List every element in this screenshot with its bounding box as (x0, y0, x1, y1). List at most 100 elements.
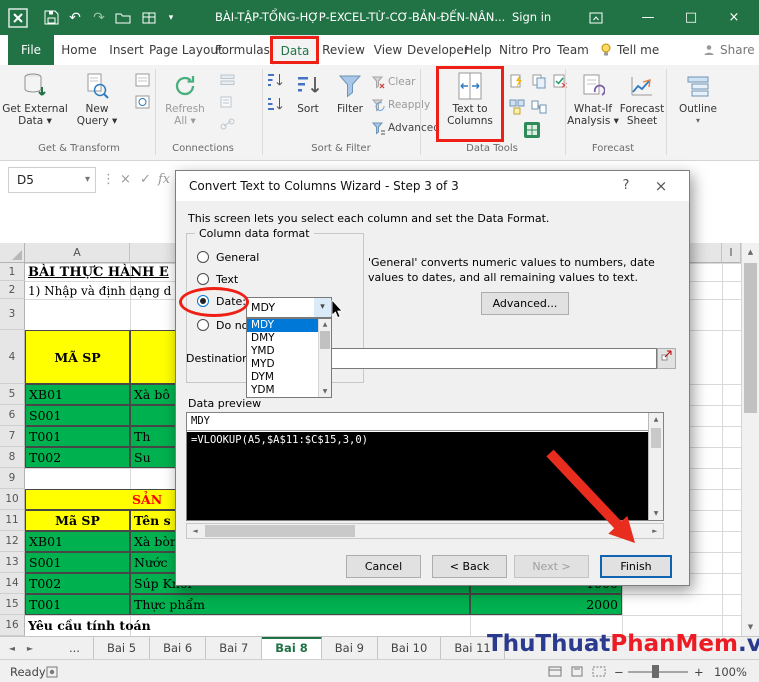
maximize-button[interactable]: □ (676, 0, 706, 35)
filter-button[interactable]: Filter (330, 69, 370, 141)
ribbon-display-options-icon[interactable] (585, 0, 607, 35)
zoom-in-icon[interactable]: + (694, 660, 704, 682)
dropdown-scroll-up-icon[interactable]: ▲ (319, 319, 331, 330)
row-header-8[interactable]: 8 (0, 447, 25, 468)
cell-a2[interactable]: 1) Nhập và định dạng d (28, 284, 171, 298)
show-queries-icon[interactable] (133, 71, 151, 89)
remove-duplicates-icon[interactable] (530, 72, 548, 90)
preview-scroll-right-icon[interactable]: ► (647, 524, 663, 538)
tab-home[interactable]: Home (54, 35, 104, 65)
row-header-6[interactable]: 6 (0, 405, 25, 426)
column-header-a[interactable]: A (25, 243, 130, 263)
sheet-tab-bai-6[interactable]: Bai 6 (150, 637, 207, 660)
share-button[interactable]: Share (703, 35, 755, 65)
sheet-tab-bai-9[interactable]: Bai 9 (321, 637, 378, 660)
tab-team[interactable]: Team (553, 35, 593, 65)
preview-column-data[interactable]: =VLOOKUP(A5,$A$11:$C$15,3,0) (187, 432, 648, 520)
tab-file[interactable]: File (8, 35, 54, 65)
radio-text-circle[interactable] (197, 273, 209, 285)
page-layout-view-icon[interactable] (570, 660, 584, 682)
back-button[interactable]: < Back (432, 555, 507, 578)
macro-record-icon[interactable] (46, 660, 58, 682)
sign-in-button[interactable]: Sign in (512, 0, 551, 35)
confirm-entry-icon[interactable]: ✓ (140, 167, 151, 193)
flash-fill-icon[interactable] (508, 72, 526, 90)
consolidate-icon[interactable] (508, 98, 526, 116)
dialog-close-button[interactable]: × (646, 171, 676, 201)
zoom-slider-thumb[interactable] (652, 665, 659, 678)
cell-a7[interactable]: T001 (25, 426, 130, 447)
date-option-dmy[interactable]: DMY (247, 332, 318, 345)
cell-a8[interactable]: T002 (25, 447, 130, 468)
cell-a15[interactable]: T001 (25, 594, 130, 615)
radio-general[interactable]: General (197, 250, 259, 264)
destination-range-button[interactable] (657, 348, 676, 369)
what-if-analysis-button[interactable]: What-If Analysis ▾ (566, 69, 620, 141)
cell-a4[interactable]: MÃ SP (25, 330, 130, 384)
name-box-dropdown-icon[interactable]: ▾ (85, 168, 90, 192)
tell-me-box[interactable]: Tell me (600, 35, 659, 65)
radio-text[interactable]: Text (197, 272, 238, 286)
manage-data-model-icon[interactable] (523, 121, 541, 139)
finish-button[interactable]: Finish (600, 555, 672, 578)
reapply-button[interactable]: Reapply (372, 96, 430, 114)
preview-scroll-down-icon[interactable]: ▼ (649, 507, 663, 520)
dropdown-scroll-down-icon[interactable]: ▼ (319, 386, 331, 397)
dropdown-scroll-thumb[interactable] (320, 331, 330, 349)
cell-a6[interactable]: S001 (25, 405, 130, 426)
cell-a5[interactable]: XB01 (25, 384, 130, 405)
preview-scroll-up-icon[interactable]: ▲ (649, 413, 663, 426)
excel-app-icon[interactable] (7, 0, 29, 35)
vertical-scroll-thumb[interactable] (744, 263, 757, 413)
tab-developer[interactable]: Developer (407, 35, 469, 65)
row-header-11[interactable]: 11 (0, 510, 25, 531)
new-query-button[interactable]: New Query ▾ (68, 69, 126, 141)
radio-date[interactable]: Date: (197, 294, 246, 308)
sheet-tab-bai-8[interactable]: Bai 8 (262, 637, 322, 660)
forecast-sheet-button[interactable]: Forecast Sheet (620, 69, 664, 141)
row-header-3[interactable]: 3 (0, 299, 25, 330)
sort-ascending-icon[interactable] (266, 71, 284, 89)
vertical-scrollbar[interactable]: ▲ ▼ (741, 243, 759, 636)
tab-data[interactable]: Data (272, 35, 318, 65)
sheet-nav-left-icon[interactable]: ◄ (4, 637, 20, 660)
preview-vertical-scrollbar[interactable]: ▲ ▼ (648, 413, 663, 520)
qat-dropdown-icon[interactable]: ▾ (160, 0, 182, 35)
sheet-tab-bai-10[interactable]: Bai 10 (377, 637, 442, 660)
tab-review[interactable]: Review (318, 35, 369, 65)
cell-a1[interactable]: BÀI THỰC HÀNH E (28, 265, 169, 280)
cell-a11[interactable]: Mã SP (25, 510, 130, 531)
edit-links-icon[interactable] (218, 115, 236, 133)
row-header-12[interactable]: 12 (0, 531, 25, 552)
tab-view[interactable]: View (369, 35, 407, 65)
row-header-5[interactable]: 5 (0, 384, 25, 405)
tab-help[interactable]: Help (459, 35, 497, 65)
preview-scroll-thumb[interactable] (651, 428, 661, 448)
sort-button[interactable]: Sort (286, 69, 330, 141)
row-header-4[interactable]: 4 (0, 330, 25, 384)
zoom-out-icon[interactable]: − (614, 660, 624, 682)
scroll-up-icon[interactable]: ▲ (742, 243, 759, 261)
cancel-button[interactable]: Cancel (346, 555, 421, 578)
cell-a13[interactable]: S001 (25, 552, 130, 573)
connections-icon[interactable] (218, 71, 236, 89)
sheet-nav-right-icon[interactable]: ► (22, 637, 38, 660)
cell-a16[interactable]: Yêu cầu tính toán (28, 618, 151, 633)
relationships-icon[interactable] (530, 98, 548, 116)
radio-skip-circle[interactable] (197, 319, 209, 331)
cell-a14[interactable]: T002 (25, 573, 130, 594)
preview-horizontal-scrollbar[interactable]: ◄ ► (186, 523, 664, 539)
tab-insert[interactable]: Insert (104, 35, 149, 65)
radio-date-circle[interactable] (197, 295, 209, 307)
row-header-15[interactable]: 15 (0, 594, 25, 615)
tab-nitro-pro[interactable]: Nitro Pro (497, 35, 553, 65)
page-break-view-icon[interactable] (592, 660, 606, 682)
name-box[interactable]: D5 ▾ (8, 167, 96, 193)
dropdown-scrollbar[interactable]: ▲ ▼ (318, 319, 331, 397)
cell-a12[interactable]: XB01 (25, 531, 130, 552)
normal-view-icon[interactable] (548, 660, 562, 682)
sheet-tab-bai-7[interactable]: Bai 7 (206, 637, 263, 660)
row-header-7[interactable]: 7 (0, 426, 25, 447)
outline-group-button[interactable]: Outline ▾ (670, 69, 726, 141)
redo-icon[interactable]: ↷ (88, 0, 110, 35)
